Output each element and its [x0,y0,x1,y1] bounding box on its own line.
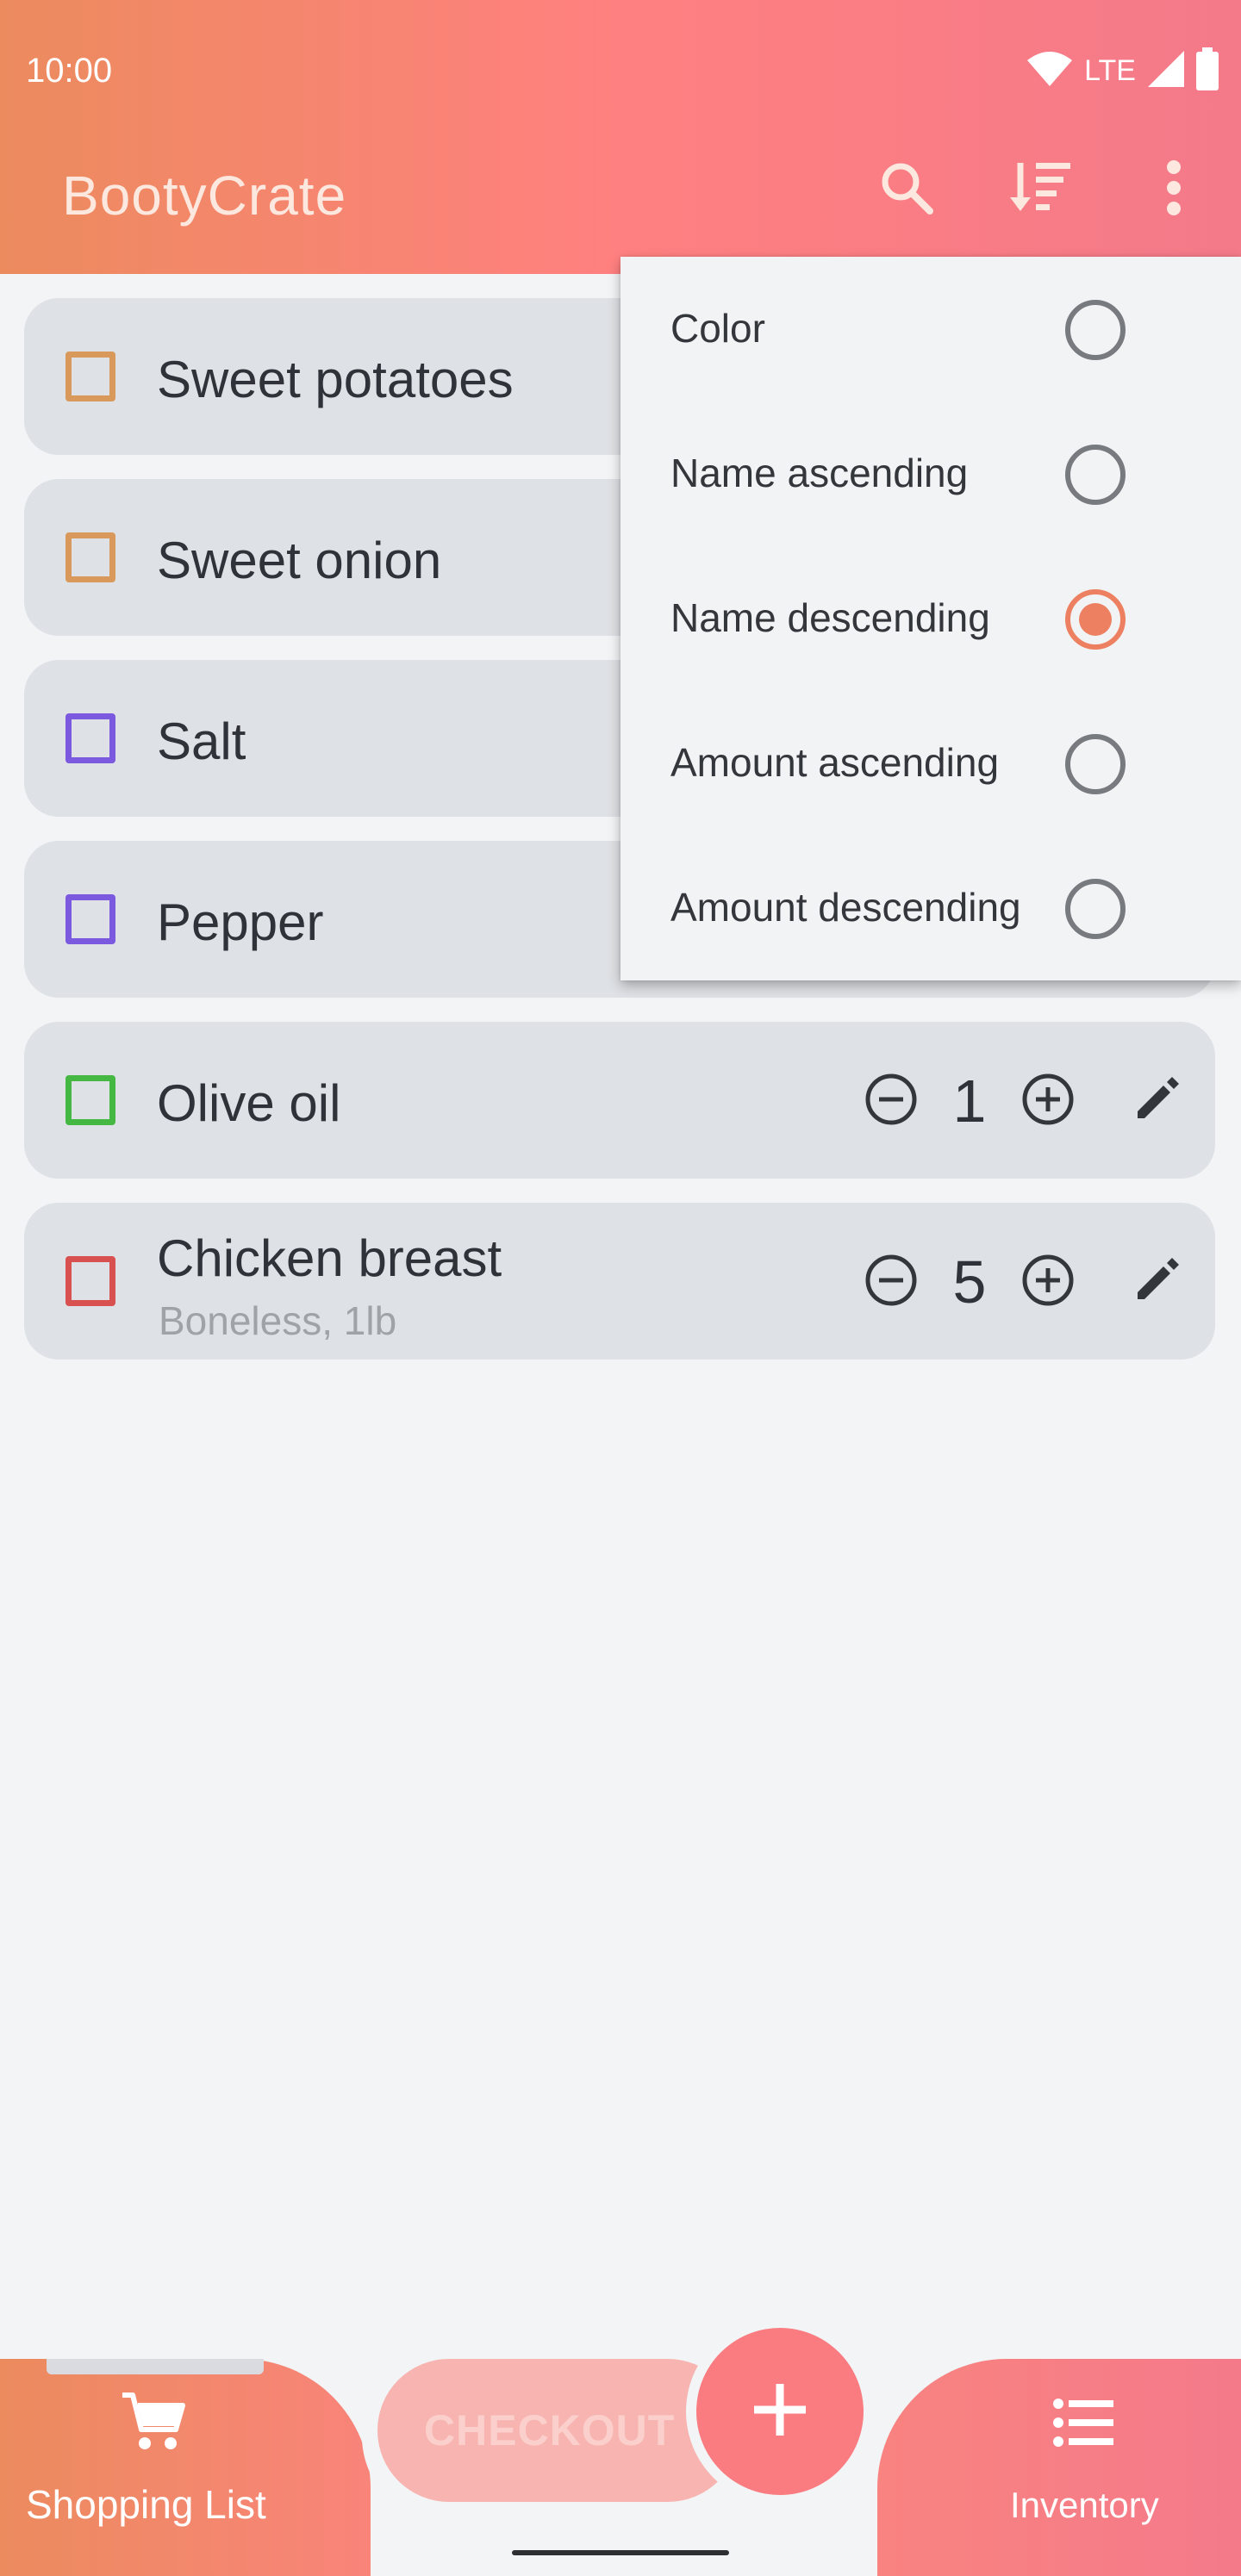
radio-button[interactable] [1065,734,1126,794]
list-item[interactable]: Chicken breast Boneless, 1lb 5 [24,1203,1215,1360]
signal-icon [1148,50,1184,91]
screen: 10:00 LTE BootyCrate Sweet potatoes Swee… [0,0,1241,2576]
battery-icon [1196,47,1219,95]
gesture-handle [512,2550,729,2555]
plus-circle-icon [1021,1073,1075,1130]
edit-button[interactable] [1115,1056,1201,1142]
item-name: Sweet potatoes [157,351,514,408]
active-tab-indicator [47,2359,264,2374]
item-name: Sweet onion [157,532,442,589]
sort-option-label: Amount descending [670,885,1021,930]
edit-button[interactable] [1115,1237,1201,1323]
decrease-button[interactable] [848,1239,934,1325]
item-checkbox[interactable] [65,1256,115,1306]
list-item[interactable]: Olive oil 1 [24,1022,1215,1179]
sort-option-name-ascending[interactable]: Name ascending [620,401,1241,546]
app-title: BootyCrate [62,165,347,227]
sort-option-label: Amount ascending [670,740,1000,785]
item-checkbox[interactable] [65,532,115,582]
item-name: Olive oil [157,1074,341,1132]
search-icon[interactable] [870,152,943,224]
more-vert-icon[interactable] [1138,152,1210,224]
wifi-icon [1027,51,1073,90]
sort-option-amount-descending[interactable]: Amount descending [620,836,1241,980]
item-extra-info: Boneless, 1lb [159,1298,397,1343]
item-checkbox[interactable] [65,1075,115,1125]
sort-option-label: Name ascending [670,451,969,495]
item-name: Salt [157,712,246,770]
radio-button[interactable] [1065,879,1126,939]
cart-icon [121,2392,186,2456]
checkout-label: CHECKOUT [424,2406,676,2455]
plus-icon [752,2382,808,2442]
item-name: Chicken breast [157,1229,502,1287]
bottom-app-bar: Shopping List Inventory CHECKOUT [0,2318,1241,2576]
sort-option-amount-ascending[interactable]: Amount ascending [620,691,1241,836]
item-checkbox[interactable] [65,713,115,763]
nav-shopping-list[interactable]: Shopping List [0,2378,310,2550]
status-icons: LTE [1027,47,1219,95]
sort-icon[interactable] [1005,152,1077,224]
radio-button[interactable] [1065,300,1126,360]
status-time: 10:00 [26,52,113,90]
sort-option-label: Name descending [670,595,990,640]
item-name: Pepper [157,893,324,951]
amount-stepper: 5 [848,1239,1091,1325]
item-checkbox[interactable] [65,352,115,401]
decrease-button[interactable] [848,1058,934,1144]
nav-shopping-list-label: Shopping List [26,2482,266,2527]
sort-options-menu: Color Name ascending Name descending Amo… [620,257,1241,980]
pencil-icon [1136,1256,1181,1305]
checkout-button[interactable]: CHECKOUT [377,2359,739,2502]
radio-button-selected[interactable] [1065,589,1126,650]
add-item-button[interactable] [696,2328,864,2495]
nav-inventory[interactable]: Inventory [974,2378,1198,2550]
amount-value[interactable]: 1 [934,1067,1005,1136]
nav-inventory-label: Inventory [1010,2485,1159,2525]
sort-option-color[interactable]: Color [620,257,1241,401]
list-icon [1053,2397,1113,2453]
increase-button[interactable] [1005,1239,1091,1325]
minus-circle-icon [864,1254,918,1311]
minus-circle-icon [864,1073,918,1130]
radio-button[interactable] [1065,445,1126,505]
network-label: LTE [1084,53,1136,87]
sort-option-name-descending[interactable]: Name descending [620,546,1241,691]
app-bar: 10:00 LTE BootyCrate [0,0,1241,274]
plus-circle-icon [1021,1254,1075,1311]
sort-option-label: Color [670,306,765,351]
item-checkbox[interactable] [65,894,115,944]
increase-button[interactable] [1005,1058,1091,1144]
amount-stepper: 1 [848,1058,1091,1144]
pencil-icon [1136,1075,1181,1124]
amount-value[interactable]: 5 [934,1248,1005,1316]
